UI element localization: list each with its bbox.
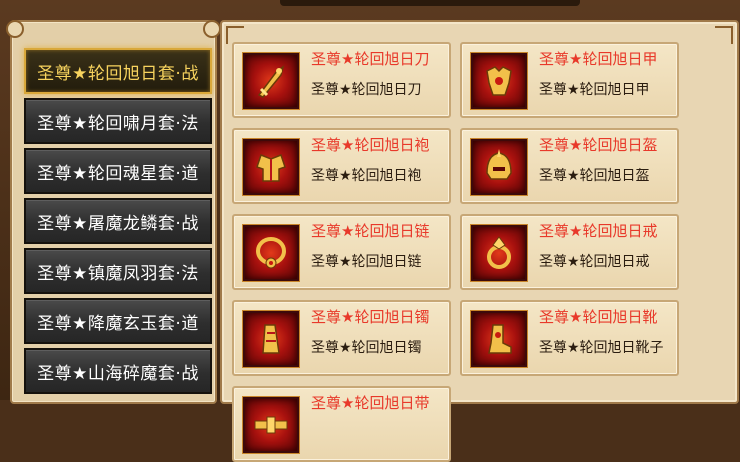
item-title: 圣尊★轮回旭日刀 xyxy=(311,50,430,68)
item-name: 圣尊★轮回旭日镯 xyxy=(311,340,422,356)
item-name: 圣尊★轮回旭日甲 xyxy=(539,82,650,98)
item-name: 圣尊★轮回旭日盔 xyxy=(539,168,650,184)
armor-icon xyxy=(471,53,527,109)
boots-icon xyxy=(471,311,527,367)
item-name: 圣尊★轮回旭日靴子 xyxy=(539,340,664,356)
set-tab-suimo[interactable]: 圣尊★山海碎魔套·战 xyxy=(24,348,212,394)
set-tab-longlin[interactable]: 圣尊★屠魔龙鳞套·战 xyxy=(24,198,212,244)
sword-icon xyxy=(243,53,299,109)
item-card[interactable]: 圣尊★轮回旭日靴 圣尊★轮回旭日靴子 xyxy=(460,300,679,376)
item-title: 圣尊★轮回旭日带 xyxy=(311,394,430,412)
item-card[interactable]: 圣尊★轮回旭日甲 圣尊★轮回旭日甲 xyxy=(460,42,679,118)
item-name: 圣尊★轮回旭日刀 xyxy=(311,82,422,98)
item-card[interactable]: 圣尊★轮回旭日戒 圣尊★轮回旭日戒 xyxy=(460,214,679,290)
ring-icon xyxy=(471,225,527,281)
set-tab-xiaoyue[interactable]: 圣尊★轮回啸月套·法 xyxy=(24,98,212,144)
item-title: 圣尊★轮回旭日镯 xyxy=(311,308,430,326)
bracelet-icon xyxy=(243,311,299,367)
item-title: 圣尊★轮回旭日盔 xyxy=(539,136,658,154)
item-grid-panel: 圣尊★轮回旭日刀 圣尊★轮回旭日刀 圣尊★轮回旭日甲 圣尊★轮回旭日甲 圣尊★轮… xyxy=(220,20,739,462)
item-card[interactable]: 圣尊★轮回旭日盔 圣尊★轮回旭日盔 xyxy=(460,128,679,204)
item-name: 圣尊★轮回旭日戒 xyxy=(539,254,650,270)
belt-icon xyxy=(243,397,299,453)
set-tab-xuanyu[interactable]: 圣尊★降魔玄玉套·道 xyxy=(24,298,212,344)
necklace-icon xyxy=(243,225,299,281)
item-title: 圣尊★轮回旭日甲 xyxy=(539,50,658,68)
item-name: 圣尊★轮回旭日袍 xyxy=(311,168,422,184)
item-title: 圣尊★轮回旭日链 xyxy=(311,222,430,240)
set-tab-xuri[interactable]: 圣尊★轮回旭日套·战 xyxy=(24,48,212,94)
robe-icon xyxy=(243,139,299,195)
corner-ornament-icon xyxy=(715,26,733,44)
corner-ornament-icon xyxy=(203,20,221,38)
item-card[interactable]: 圣尊★轮回旭日袍 圣尊★轮回旭日袍 xyxy=(232,128,451,204)
helmet-icon xyxy=(471,139,527,195)
top-bar xyxy=(280,0,580,6)
item-card[interactable]: 圣尊★轮回旭日链 圣尊★轮回旭日链 xyxy=(232,214,451,290)
item-card[interactable]: 圣尊★轮回旭日刀 圣尊★轮回旭日刀 xyxy=(232,42,451,118)
item-title: 圣尊★轮回旭日袍 xyxy=(311,136,430,154)
item-title: 圣尊★轮回旭日靴 xyxy=(539,308,658,326)
set-list-panel: 圣尊★轮回旭日套·战 圣尊★轮回啸月套·法 圣尊★轮回魂星套·道 圣尊★屠魔龙鳞… xyxy=(6,20,221,404)
item-title: 圣尊★轮回旭日戒 xyxy=(539,222,658,240)
set-tab-fengyu[interactable]: 圣尊★镇魔凤羽套·法 xyxy=(24,248,212,294)
game-window: 圣尊★轮回旭日套·战 圣尊★轮回啸月套·法 圣尊★轮回魂星套·道 圣尊★屠魔龙鳞… xyxy=(0,0,740,462)
set-tab-hunxing[interactable]: 圣尊★轮回魂星套·道 xyxy=(24,148,212,194)
corner-ornament-icon xyxy=(6,20,24,38)
item-card[interactable]: 圣尊★轮回旭日镯 圣尊★轮回旭日镯 xyxy=(232,300,451,376)
item-name: 圣尊★轮回旭日链 xyxy=(311,254,422,270)
item-card[interactable]: 圣尊★轮回旭日带 xyxy=(232,386,451,462)
